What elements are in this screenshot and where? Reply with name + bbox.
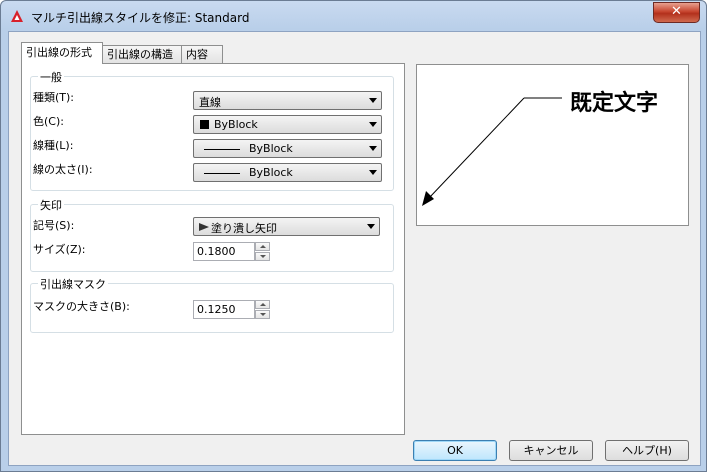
dialog-client: 引出線の形式 引出線の構造 内容 一般 種類(T): 直線 色(C): ByBl… (8, 31, 701, 466)
window-title: マルチ引出線スタイルを修正: Standard (31, 11, 250, 25)
break-size-spinner[interactable] (193, 300, 270, 319)
autocad-triangle-icon (11, 10, 23, 22)
spin-down-icon[interactable] (255, 310, 270, 319)
leader-format-panel: 一般 種類(T): 直線 色(C): ByBlock 線種(L): ByBloc… (21, 63, 405, 435)
chevron-down-icon (367, 224, 375, 229)
chevron-down-icon (369, 122, 377, 127)
spin-down-icon[interactable] (255, 252, 270, 261)
linetype-value: ByBlock (249, 142, 293, 155)
break-size-spin-buttons (255, 300, 270, 319)
arrowhead-group-title: 矢印 (38, 197, 64, 213)
linetype-combo[interactable]: ByBlock (193, 139, 382, 158)
dialog-window: マルチ引出線スタイルを修正: Standard ✕ 引出線の形式 引出線の構造 … (0, 0, 707, 472)
color-swatch (200, 120, 209, 129)
break-size-label: マスクの大きさ(B): (33, 300, 130, 313)
arrow-symbol-combo[interactable]: 塗り潰し矢印 (193, 217, 380, 236)
help-button[interactable]: ヘルプ(H) (605, 440, 689, 461)
arrow-size-spin-buttons (255, 242, 270, 261)
leader-break-group-title: 引出線マスク (38, 276, 108, 292)
chevron-down-icon (369, 146, 377, 151)
break-size-input[interactable] (193, 300, 255, 319)
arrow-symbol-value: 塗り潰し矢印 (211, 222, 277, 235)
type-combo[interactable]: 直線 (193, 91, 382, 110)
arrow-size-input[interactable] (193, 242, 255, 261)
lineweight-label: 線の太さ(I): (33, 163, 93, 176)
color-value: ByBlock (214, 118, 258, 131)
filled-arrow-icon (199, 223, 209, 231)
preview-default-text: 既定文字 (570, 91, 659, 116)
arrowhead-group: 矢印 記号(S): 塗り潰し矢印 サイズ(Z): (30, 197, 394, 272)
cancel-button[interactable]: キャンセル (509, 440, 593, 461)
preview-pane: 既定文字 (416, 64, 689, 226)
spin-up-icon[interactable] (255, 300, 270, 309)
ok-button[interactable]: OK (413, 440, 497, 461)
spin-up-icon[interactable] (255, 242, 270, 251)
general-group-title: 一般 (38, 69, 64, 85)
arrow-symbol-label: 記号(S): (33, 219, 75, 232)
chevron-down-icon (369, 98, 377, 103)
lineweight-combo[interactable]: ByBlock (193, 163, 382, 182)
close-button[interactable]: ✕ (653, 2, 700, 23)
general-group: 一般 種類(T): 直線 色(C): ByBlock 線種(L): ByBloc… (30, 69, 394, 191)
type-value: 直線 (199, 96, 221, 109)
type-label: 種類(T): (33, 91, 75, 104)
lineweight-value: ByBlock (249, 166, 293, 179)
close-icon: ✕ (671, 4, 682, 19)
tab-leader-format[interactable]: 引出線の形式 (21, 42, 103, 64)
title-bar[interactable]: マルチ引出線スタイルを修正: Standard ✕ (1, 1, 706, 31)
color-combo[interactable]: ByBlock (193, 115, 382, 134)
tab-leader-structure[interactable]: 引出線の構造 (102, 45, 182, 63)
arrow-size-label: サイズ(Z): (33, 243, 86, 256)
leader-break-group: 引出線マスク マスクの大きさ(B): (30, 276, 394, 333)
color-label: 色(C): (33, 115, 64, 128)
linetype-label: 線種(L): (33, 139, 74, 152)
lineweight-sample (204, 173, 240, 174)
tab-content[interactable]: 内容 (181, 45, 223, 63)
arrow-size-spinner[interactable] (193, 242, 270, 261)
linetype-sample (204, 149, 240, 150)
chevron-down-icon (369, 170, 377, 175)
